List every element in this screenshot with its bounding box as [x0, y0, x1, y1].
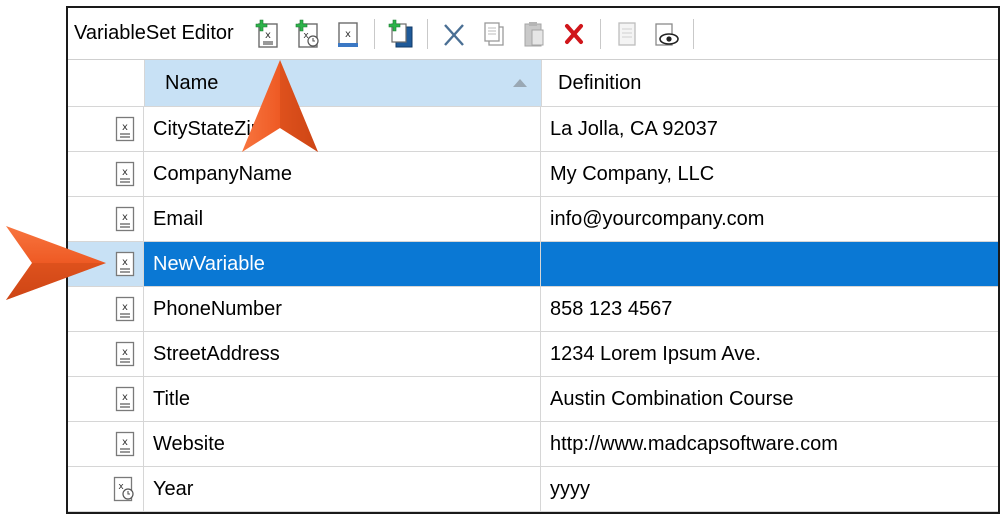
delete-button[interactable]: [559, 17, 589, 51]
copy-button[interactable]: [479, 17, 509, 51]
properties-button[interactable]: [612, 17, 642, 51]
svg-text:x: x: [118, 482, 124, 492]
table-row[interactable]: x Year yyyy: [68, 467, 998, 512]
svg-text:x: x: [122, 437, 128, 448]
row-icon-cell: x: [68, 422, 144, 466]
column-header-definition-label: Definition: [558, 71, 642, 94]
table-row[interactable]: x NewVariable: [68, 242, 998, 287]
toolbar-separator: [426, 18, 428, 49]
datetime-variable-icon: x: [113, 476, 134, 502]
cell-name[interactable]: CityStateZip: [144, 107, 541, 151]
text-variable-icon: x: [115, 386, 135, 412]
text-variable-icon: x: [115, 296, 135, 322]
editor-title: VariableSet Editor: [74, 22, 234, 44]
svg-text:x: x: [122, 122, 128, 133]
cell-name[interactable]: PhoneNumber: [144, 287, 541, 331]
row-icon-cell: x: [68, 377, 144, 421]
variables-grid: Name Definition x CityStateZip La Jolla, C…: [68, 60, 998, 512]
cell-name[interactable]: Website: [144, 422, 541, 466]
cell-name[interactable]: StreetAddress: [144, 332, 541, 376]
row-icon-cell: x: [68, 152, 144, 196]
cell-definition[interactable]: yyyy: [541, 467, 998, 511]
row-icon-cell: x: [68, 287, 144, 331]
svg-text:x: x: [265, 30, 271, 41]
delete-icon: [564, 23, 583, 44]
svg-text:x: x: [345, 29, 351, 40]
cell-definition[interactable]: http://www.madcapsoftware.com: [541, 422, 998, 466]
add-datetime-variable-icon: x: [295, 19, 319, 48]
table-row[interactable]: x CompanyName My Company, LLC: [68, 152, 998, 197]
table-row[interactable]: x PhoneNumber 858 123 4567: [68, 287, 998, 332]
cell-name[interactable]: Email: [144, 197, 541, 241]
edit-variable-button[interactable]: x: [333, 17, 363, 51]
text-variable-icon: x: [115, 251, 135, 277]
column-header-name-label: Name: [165, 71, 219, 94]
text-variable-icon: x: [115, 161, 135, 187]
copy-icon: [484, 21, 504, 46]
text-variable-icon: x: [115, 206, 135, 232]
row-icon-cell: x: [68, 467, 144, 511]
paste-button[interactable]: [519, 17, 549, 51]
cell-name[interactable]: CompanyName: [144, 152, 541, 196]
table-row[interactable]: x CityStateZip La Jolla, CA 92037: [68, 107, 998, 152]
row-icon-cell: x: [68, 332, 144, 376]
column-header-name[interactable]: Name: [145, 60, 542, 106]
add-variable-button[interactable]: x: [253, 17, 283, 51]
toolbar-separator: [599, 18, 601, 49]
table-row[interactable]: x Title Austin Combination Course: [68, 377, 998, 422]
import-variables-button[interactable]: [386, 17, 416, 51]
paste-icon: [524, 21, 544, 46]
text-variable-icon: x: [115, 116, 135, 142]
svg-text:x: x: [122, 347, 128, 358]
svg-text:x: x: [122, 392, 128, 403]
cell-definition[interactable]: Austin Combination Course: [541, 377, 998, 421]
cell-definition[interactable]: La Jolla, CA 92037: [541, 107, 998, 151]
variableset-editor-panel: VariableSet Editor x x x Name Definition…: [66, 6, 1000, 514]
row-icon-cell: x: [68, 197, 144, 241]
cell-definition[interactable]: 1234 Lorem Ipsum Ave.: [541, 332, 998, 376]
grid-header: Name Definition: [68, 60, 998, 107]
cell-definition[interactable]: info@yourcompany.com: [541, 197, 998, 241]
toolbar-separator: [692, 18, 694, 49]
import-variables-icon: [388, 19, 413, 47]
cell-definition[interactable]: 858 123 4567: [541, 287, 998, 331]
grid-rows: x CityStateZip La Jolla, CA 92037 x CompanyN…: [68, 107, 998, 512]
column-header-definition[interactable]: Definition: [542, 60, 998, 106]
cell-name[interactable]: NewVariable: [144, 242, 541, 286]
row-icon-cell: x: [68, 242, 144, 286]
table-row[interactable]: x StreetAddress 1234 Lorem Ipsum Ave.: [68, 332, 998, 377]
edit-variable-icon: x: [337, 21, 358, 47]
header-gutter: [68, 60, 145, 106]
preview-button[interactable]: [652, 17, 682, 51]
svg-text:x: x: [122, 212, 128, 223]
cut-icon: [443, 23, 464, 46]
properties-icon: [618, 21, 636, 46]
svg-text:x: x: [122, 257, 128, 268]
cell-name[interactable]: Year: [144, 467, 541, 511]
toolbar-separator: [373, 18, 375, 49]
cell-definition[interactable]: [541, 242, 998, 286]
text-variable-icon: x: [115, 431, 135, 457]
text-variable-icon: x: [115, 341, 135, 367]
preview-icon: [655, 22, 679, 46]
row-icon-cell: x: [68, 107, 144, 151]
cell-name[interactable]: Title: [144, 377, 541, 421]
add-variable-icon: x: [255, 19, 278, 48]
svg-text:x: x: [122, 302, 128, 313]
add-datetime-variable-button[interactable]: x: [293, 17, 323, 51]
cell-definition[interactable]: My Company, LLC: [541, 152, 998, 196]
svg-text:x: x: [122, 167, 128, 178]
toolbar: VariableSet Editor x x x: [68, 8, 998, 60]
sort-ascending-icon: [513, 79, 527, 87]
table-row[interactable]: x Website http://www.madcapsoftware.com: [68, 422, 998, 467]
table-row[interactable]: x Email info@yourcompany.com: [68, 197, 998, 242]
cut-button[interactable]: [439, 17, 469, 51]
